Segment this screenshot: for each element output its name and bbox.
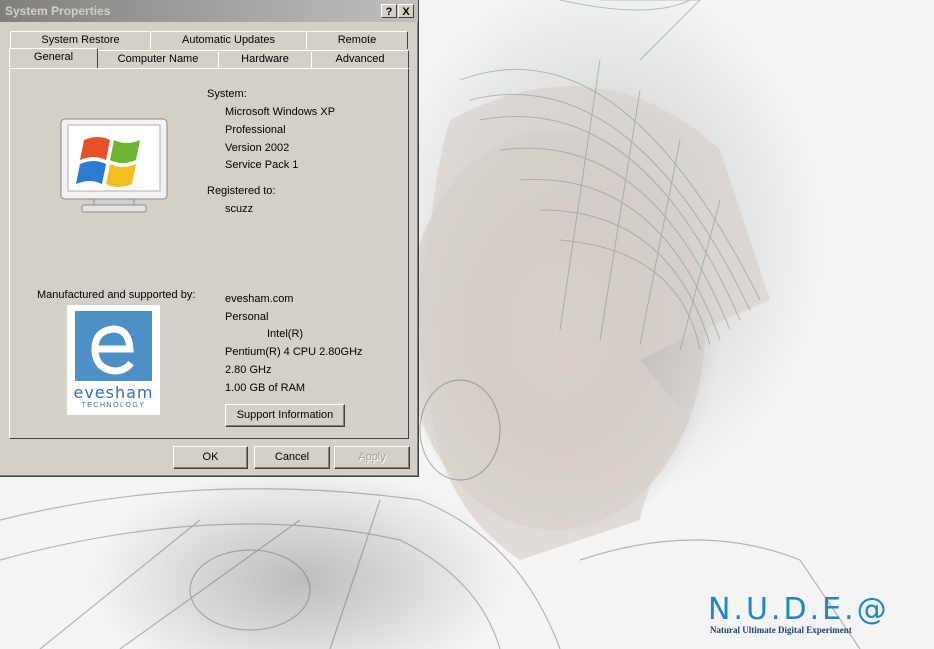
- cpu-speed: 2.80 GHz: [225, 364, 272, 376]
- window-title: System Properties: [5, 4, 111, 18]
- apply-button[interactable]: Apply: [334, 446, 410, 469]
- close-button[interactable]: X: [398, 4, 414, 18]
- tab-hardware[interactable]: Hardware: [218, 50, 312, 68]
- system-properties-window: System Properties ? X System Restore Aut…: [0, 0, 419, 477]
- cancel-button[interactable]: Cancel: [254, 446, 330, 469]
- cpu-vendor: Intel(R): [267, 328, 304, 340]
- brand-logo: N.U.D.E.@ Natural Ultimate Digital Exper…: [708, 592, 928, 636]
- system-heading: System:: [207, 88, 247, 100]
- os-edition: Professional: [225, 124, 286, 136]
- tab-general[interactable]: General: [9, 48, 98, 68]
- tab-advanced[interactable]: Advanced: [311, 50, 409, 68]
- manufacturer-heading: Manufactured and supported by:: [37, 289, 196, 301]
- registered-heading: Registered to:: [207, 185, 276, 197]
- windows-xp-monitor-icon: [60, 118, 168, 213]
- manufacturer-name: evesham.com: [225, 293, 294, 305]
- tab-remote[interactable]: Remote: [306, 31, 408, 49]
- tab-automatic-updates[interactable]: Automatic Updates: [150, 31, 307, 49]
- cpu-model: Pentium(R) 4 CPU 2.80GHz: [225, 346, 363, 358]
- ok-button[interactable]: OK: [173, 446, 248, 469]
- os-name: Microsoft Windows XP: [225, 106, 336, 118]
- help-button[interactable]: ?: [381, 4, 397, 18]
- brand-title: N.U.D.E.@: [708, 592, 890, 627]
- os-version: Version 2002: [225, 142, 290, 154]
- computer-model: Personal: [225, 311, 269, 323]
- evesham-logo-subtext: TECHNOLOGY: [81, 402, 146, 409]
- evesham-logo: evesham TECHNOLOGY: [67, 305, 160, 415]
- evesham-logo-text: evesham: [73, 383, 154, 402]
- registered-user: scuzz: [225, 203, 254, 215]
- title-bar[interactable]: System Properties ? X: [0, 0, 418, 22]
- tab-computer-name[interactable]: Computer Name: [97, 50, 219, 68]
- ram-amount: 1.00 GB of RAM: [225, 382, 306, 394]
- brand-tagline: Natural Ultimate Digital Experiment: [710, 625, 852, 635]
- tab-system-restore[interactable]: System Restore: [10, 31, 151, 49]
- service-pack: Service Pack 1: [225, 159, 299, 171]
- support-information-button[interactable]: Support Information: [225, 404, 345, 427]
